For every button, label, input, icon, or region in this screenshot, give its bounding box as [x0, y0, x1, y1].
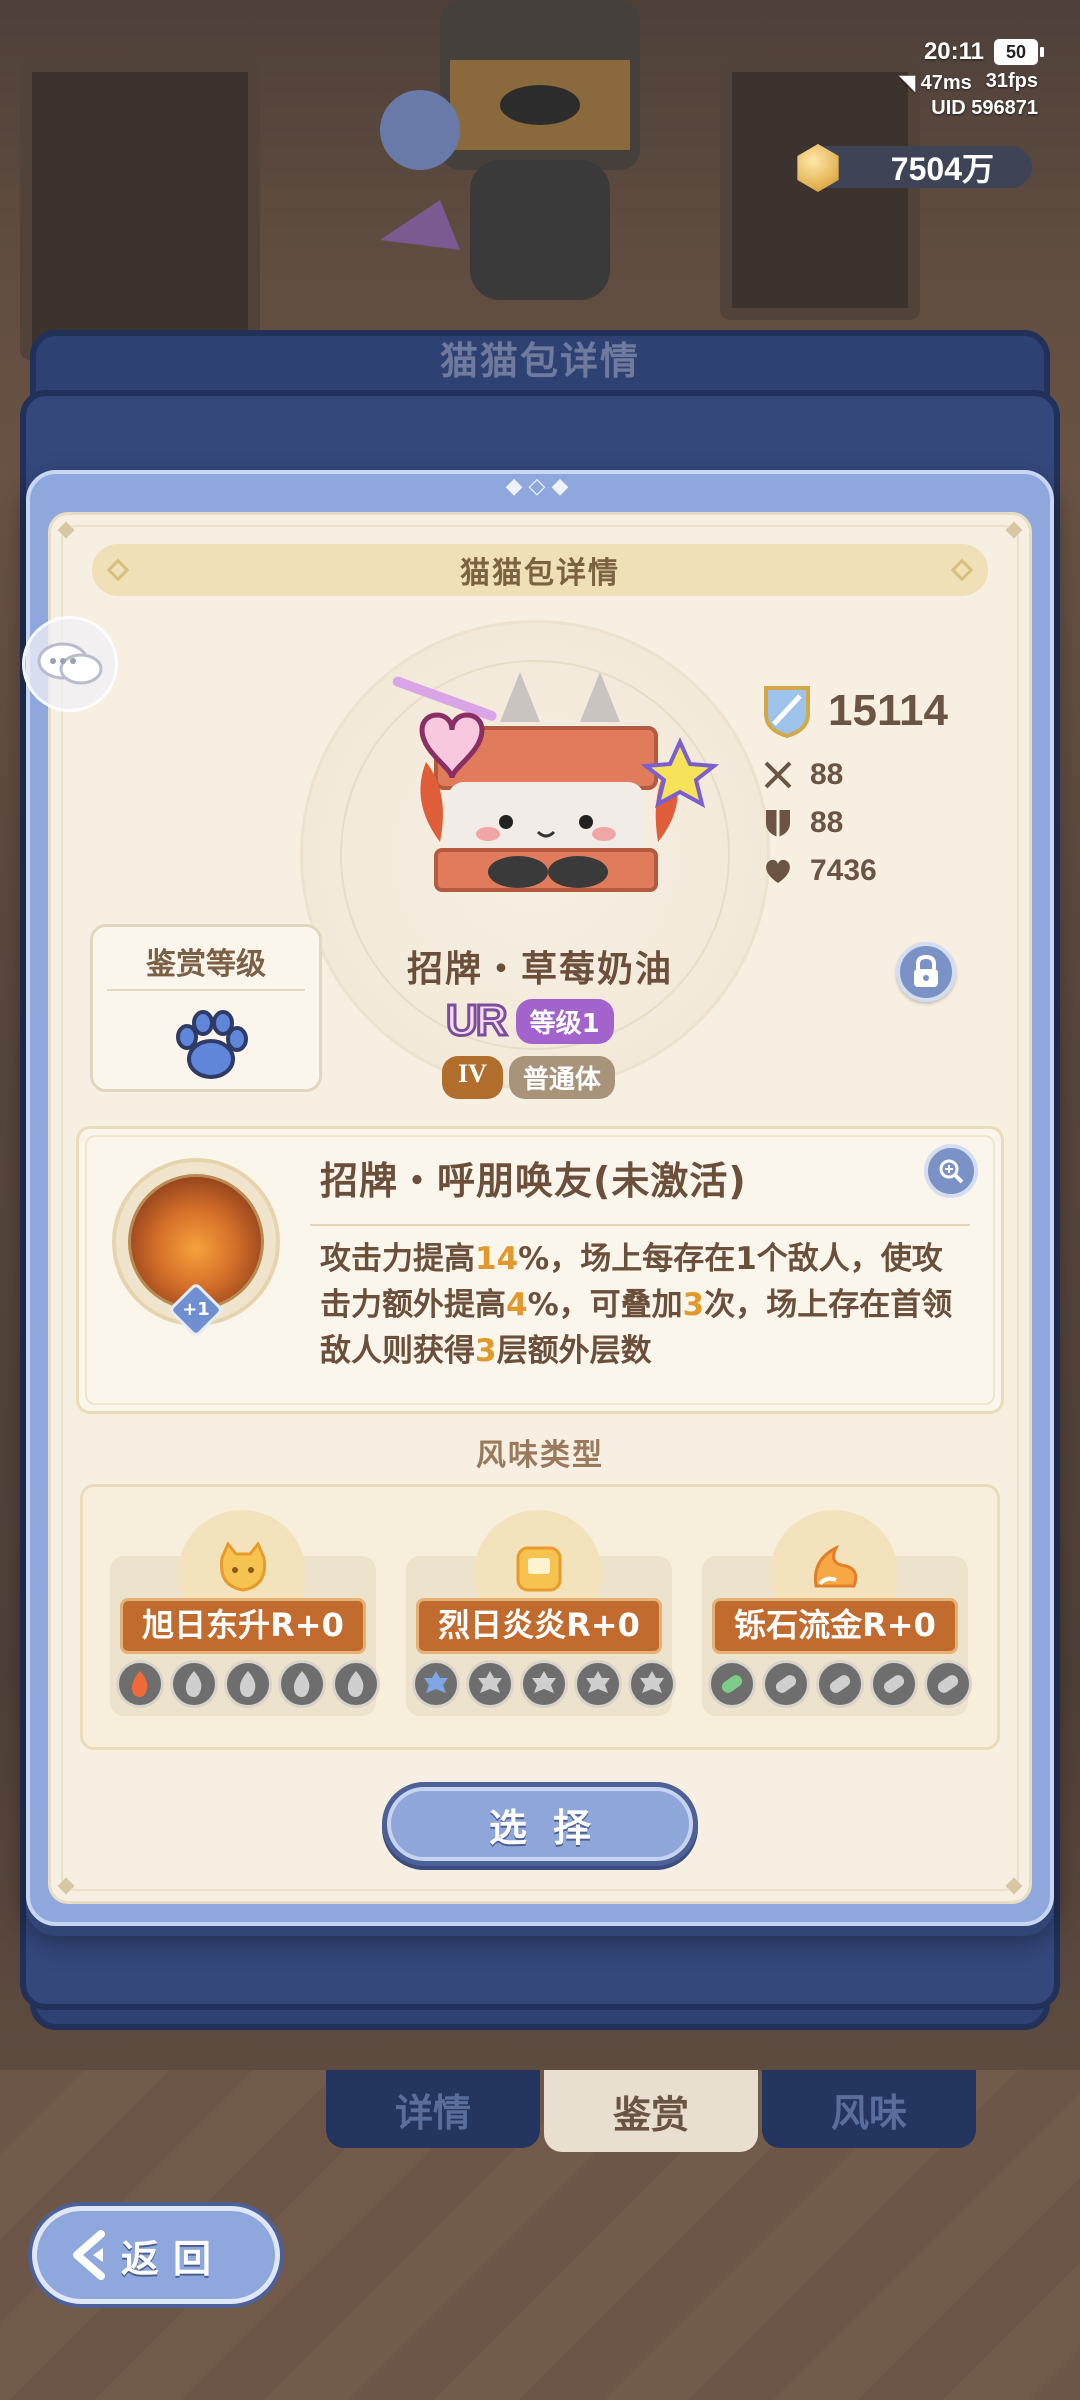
- skill-desc-highlight: 3: [682, 1287, 705, 1323]
- skill-title: 招牌・呼朋唤友(未激活): [320, 1159, 747, 1203]
- heart-icon: [766, 859, 790, 883]
- rank-badge: IV: [442, 1056, 503, 1099]
- pill-icon: [708, 1660, 756, 1708]
- pill-icon: [870, 1660, 918, 1708]
- tab-bar: 详情 鉴赏 风味: [326, 2070, 980, 2152]
- flame-icon: [224, 1660, 272, 1708]
- paw-icon: [176, 1010, 248, 1079]
- skill-desc-highlight: 4: [506, 1287, 528, 1323]
- back-arrow-icon: [73, 2230, 105, 2280]
- select-button[interactable]: 选择: [382, 1782, 698, 1866]
- skill-plus-text: +1: [182, 1299, 210, 1320]
- flavor-card[interactable]: 旭日东升R+0: [110, 1510, 380, 1730]
- rarity-badge: UR: [445, 995, 510, 1047]
- flame-icon: [116, 1660, 164, 1708]
- flavor-heading: 风味类型: [476, 1438, 604, 1473]
- chat-bubble-icon: [37, 642, 103, 685]
- clock-text: 20:11: [923, 38, 984, 65]
- panel-title-text: 猫猫包详情: [460, 556, 620, 591]
- diamond-ornament-icon: [106, 558, 130, 582]
- skill-desc-highlight: 14: [475, 1241, 519, 1277]
- flavor-dots: [708, 1660, 972, 1708]
- power-value: 15114: [828, 686, 948, 735]
- attack-stat: 88: [762, 758, 843, 792]
- flavor-card[interactable]: 烈日炎炎R+0: [406, 1510, 676, 1730]
- appreciation-level-card[interactable]: 鉴赏等级: [90, 924, 322, 1092]
- skill-desc-text: 层额外层数: [496, 1333, 652, 1369]
- flame-icon: [170, 1660, 218, 1708]
- currency-amount: 7504万: [890, 151, 994, 187]
- body-type-badge: 普通体: [508, 1056, 615, 1099]
- defense-value: 88: [810, 806, 844, 839]
- shield-sword-icon: [764, 686, 810, 738]
- background-panel-title: 猫猫包详情: [439, 339, 640, 383]
- hp-stat: 7436: [762, 854, 877, 888]
- flavor-name: 铄石流金R+0: [712, 1598, 958, 1654]
- flavor-dots: [412, 1660, 676, 1708]
- gear-star-icon: [466, 1660, 514, 1708]
- tab-details[interactable]: 详情: [326, 2070, 540, 2148]
- pill-icon: [924, 1660, 972, 1708]
- tab-flavor[interactable]: 风味: [762, 2070, 976, 2148]
- panel-title: 猫猫包详情: [92, 544, 988, 596]
- cat-portrait: [392, 672, 720, 892]
- zoom-button[interactable]: [924, 1144, 978, 1198]
- flavor-name: 烈日炎炎R+0: [416, 1598, 662, 1654]
- battery-icon: 50: [994, 39, 1044, 65]
- gear-star-icon: [520, 1660, 568, 1708]
- cat-face-icon: [219, 1541, 267, 1592]
- lock-icon: [914, 955, 938, 987]
- flame-icon: [332, 1660, 380, 1708]
- lock-button[interactable]: [896, 942, 956, 1002]
- background-window: [20, 60, 260, 360]
- attack-value: 88: [810, 758, 844, 791]
- cat-name: 招牌・草莓奶油: [406, 949, 673, 990]
- divider: [107, 989, 305, 991]
- toast-icon: [516, 1546, 562, 1592]
- fox-tail-icon: [813, 1544, 858, 1588]
- rarity-row: UR 等级1: [445, 995, 614, 1047]
- fps-text: 31fps: [985, 70, 1038, 92]
- panel-ornament: ◆◇◆: [505, 474, 575, 499]
- divider: [310, 1224, 970, 1226]
- uid-text: UID 596871: [931, 97, 1038, 119]
- tag-row: IV 普通体: [442, 1056, 615, 1099]
- background-cat-figure: [380, 0, 640, 300]
- flavor-dots: [116, 1660, 380, 1708]
- skill-description: 攻击力提高14%，场上每存在1个敌人，使攻击力额外提高4%，可叠加3次，场上存在…: [320, 1236, 970, 1374]
- back-button[interactable]: 返回: [32, 2206, 280, 2304]
- chat-button[interactable]: [22, 616, 118, 712]
- defense-stat: 88: [762, 806, 843, 840]
- wifi-icon: ◥: [899, 72, 916, 94]
- flavor-name: 旭日东升R+0: [120, 1598, 366, 1654]
- flavor-card[interactable]: 铄石流金R+0: [702, 1510, 972, 1730]
- level-badge: 等级1: [515, 998, 614, 1044]
- skill-desc-text: %，可叠加: [527, 1287, 683, 1323]
- crossed-swords-icon: [764, 761, 792, 789]
- gear-star-icon: [628, 1660, 676, 1708]
- pill-icon: [816, 1660, 864, 1708]
- diamond-ornament-icon: [950, 558, 974, 582]
- flame-icon: [278, 1660, 326, 1708]
- tab-appreciation[interactable]: 鉴赏: [544, 2070, 758, 2152]
- skill-desc-text: 攻击力提高: [320, 1241, 475, 1277]
- power-stat: 15114: [760, 684, 948, 738]
- status-hud: 20:11 50 ◥ 47ms 31fps UID 596871: [858, 38, 1044, 120]
- skill-desc-highlight: 3: [475, 1333, 497, 1369]
- gear-star-icon: [412, 1660, 460, 1708]
- shield-icon: [766, 810, 790, 837]
- hp-value: 7436: [810, 854, 877, 887]
- back-button-label: 返回: [121, 2236, 226, 2281]
- ping-text: ◥ 47ms: [899, 72, 972, 94]
- appreciation-label: 鉴赏等级: [146, 947, 266, 982]
- gear-star-icon: [574, 1660, 622, 1708]
- pill-icon: [762, 1660, 810, 1708]
- magnifier-icon: [939, 1159, 964, 1184]
